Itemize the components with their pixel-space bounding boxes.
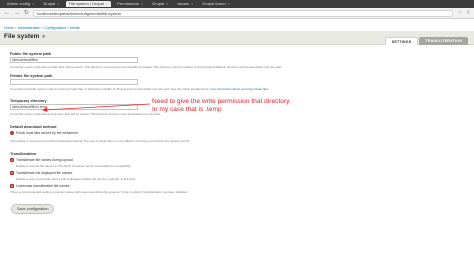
annotation-note: Need to give the write permission that d… (152, 98, 291, 114)
annotation-line-1: Need to give the write permission that d… (152, 98, 291, 105)
annotation-line-2: In my case that is .temp (152, 106, 222, 113)
annotation-arrow (42, 103, 151, 112)
